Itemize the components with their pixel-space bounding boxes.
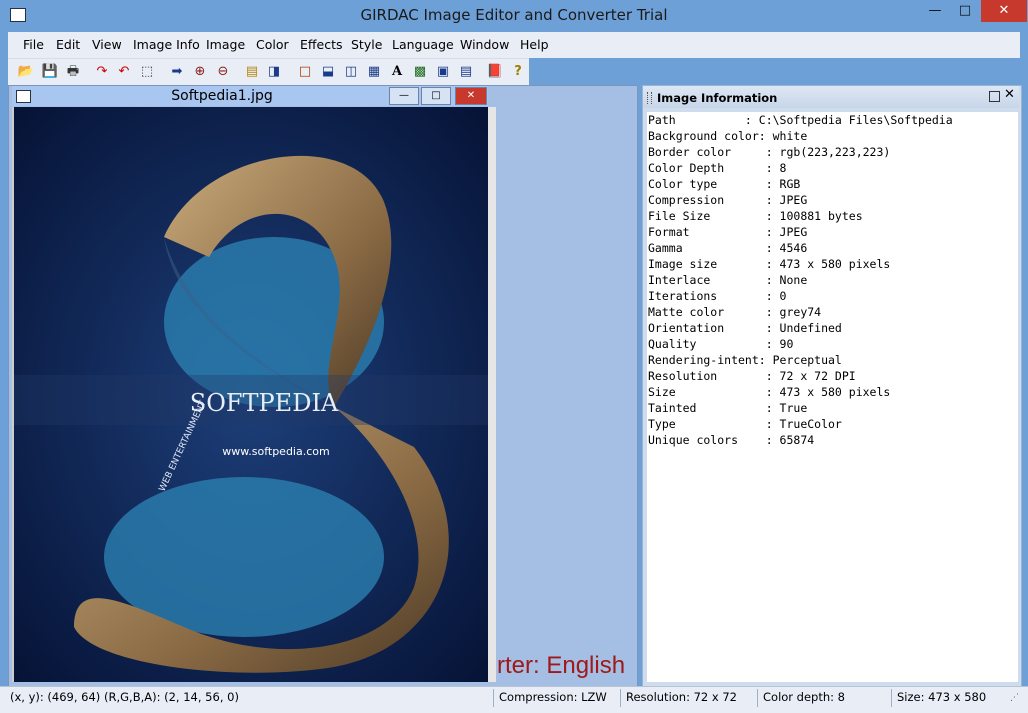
menu-view[interactable]: View bbox=[92, 37, 122, 52]
toolbar: 📂 💾 🖶 ↷ ↶ ⬚ ➡ ⊕ ⊖ ▤ ◨ □ ⬓ ◫ ▦ A ▩ ▣ ▤ 📕 … bbox=[8, 58, 529, 85]
print-icon[interactable]: 🖶 bbox=[64, 63, 82, 81]
image-information-list: Path : C:\Softpedia Files\Softpedia Back… bbox=[647, 112, 1018, 682]
grip-icon[interactable] bbox=[647, 92, 652, 104]
select-icon[interactable]: ⬚ bbox=[138, 63, 156, 81]
zoom-out-icon[interactable]: ⊖ bbox=[214, 63, 232, 81]
info-row-border-color: Border color : rgb(223,223,223) bbox=[648, 145, 891, 159]
image-information-title: Image Information bbox=[657, 91, 778, 105]
status-color-depth: Color depth: 8 bbox=[763, 690, 845, 704]
status-coordinates: (x, y): (469, 64) bbox=[10, 690, 101, 704]
document-close-button[interactable]: ✕ bbox=[455, 87, 487, 105]
open-folder-icon[interactable]: 📂 bbox=[17, 63, 35, 81]
close-button[interactable]: ✕ bbox=[981, 0, 1027, 22]
info-row-rendering-intent: Rendering-intent: Perceptual bbox=[648, 353, 842, 367]
background-text: rter: English bbox=[497, 652, 626, 679]
split-vertical-icon[interactable]: ◫ bbox=[342, 63, 360, 81]
float-panel-icon[interactable] bbox=[989, 91, 1000, 102]
resize-grip-icon[interactable]: ⋰ bbox=[1010, 693, 1019, 703]
info-row-type: Type : TrueColor bbox=[648, 417, 842, 431]
crop-icon[interactable]: ▤ bbox=[243, 63, 261, 81]
menu-help[interactable]: Help bbox=[520, 37, 549, 52]
menu-effects[interactable]: Effects bbox=[300, 37, 343, 52]
watermark-text: SOFTPEDIA bbox=[190, 389, 339, 417]
grid-icon[interactable]: ▩ bbox=[411, 63, 429, 81]
status-compression: Compression: LZW bbox=[499, 690, 607, 704]
info-row-orientation: Orientation : Undefined bbox=[648, 321, 842, 335]
save-icon[interactable]: 💾 bbox=[41, 63, 59, 81]
status-bar: (x, y): (469, 64) (R,G,B,A): (2, 14, 56,… bbox=[0, 686, 1028, 713]
info-row-quality: Quality : 90 bbox=[648, 337, 794, 351]
minimize-button[interactable]: — bbox=[920, 0, 950, 22]
info-row-color-type: Color type : RGB bbox=[648, 177, 801, 191]
info-row-image-size: Image size : 473 x 580 pixels bbox=[648, 257, 891, 271]
undo-icon[interactable]: ↶ bbox=[115, 63, 133, 81]
maximize-button[interactable]: □ bbox=[950, 0, 980, 22]
status-divider bbox=[757, 689, 758, 707]
zoom-in-icon[interactable]: ⊕ bbox=[191, 63, 209, 81]
info-row-file-size: File Size : 100881 bytes bbox=[648, 209, 863, 223]
document-name: Softpedia1.jpg bbox=[171, 88, 273, 104]
menu-window[interactable]: Window bbox=[460, 37, 509, 52]
info-row-size: Size : 473 x 580 pixels bbox=[648, 385, 891, 399]
info-row-interlace: Interlace : None bbox=[648, 273, 808, 287]
book-icon[interactable]: 📕 bbox=[486, 63, 504, 81]
image-canvas[interactable]: SOFTPEDIA www.softpedia.com WEB ENTERTAI… bbox=[12, 107, 490, 682]
info-row-gamma: Gamma : 4546 bbox=[648, 241, 808, 255]
redo-icon[interactable]: ↷ bbox=[93, 63, 111, 81]
info-row-background-color: Background color: white bbox=[648, 129, 808, 143]
status-divider bbox=[891, 689, 892, 707]
window-a-icon[interactable]: ▣ bbox=[434, 63, 452, 81]
document-maximize-button[interactable]: □ bbox=[421, 87, 451, 105]
status-divider bbox=[620, 689, 621, 707]
menu-bar: File Edit View Image Info Image Color Ef… bbox=[8, 32, 1020, 58]
help-icon[interactable]: ? bbox=[509, 63, 527, 81]
panel-close-icon[interactable]: ✕ bbox=[1004, 87, 1015, 102]
split-horizontal-icon[interactable]: ⬓ bbox=[319, 63, 337, 81]
arrow-right-icon[interactable]: ➡ bbox=[168, 63, 186, 81]
info-row-unique-colors: Unique colors : 65874 bbox=[648, 433, 815, 447]
status-size: Size: 473 x 580 bbox=[897, 690, 987, 704]
info-row-resolution: Resolution : 72 x 72 DPI bbox=[648, 369, 856, 383]
info-row-path: Path : C:\Softpedia Files\Softpedia bbox=[648, 113, 953, 127]
info-row-matte-color: Matte color : grey74 bbox=[648, 305, 822, 319]
document-minimize-button[interactable]: — bbox=[389, 87, 419, 105]
menu-color[interactable]: Color bbox=[256, 37, 289, 52]
info-row-tainted: Tainted : True bbox=[648, 401, 808, 415]
watermark-url: www.softpedia.com bbox=[222, 445, 329, 458]
window-title: GIRDAC Image Editor and Converter Trial bbox=[360, 6, 668, 24]
info-row-color-depth: Color Depth : 8 bbox=[648, 161, 787, 175]
menu-image-info[interactable]: Image Info bbox=[133, 37, 200, 52]
info-row-iterations: Iterations : 0 bbox=[648, 289, 787, 303]
menu-style[interactable]: Style bbox=[351, 37, 382, 52]
text-icon[interactable]: A bbox=[388, 63, 406, 81]
rotate-icon[interactable]: ◨ bbox=[265, 63, 283, 81]
menu-edit[interactable]: Edit bbox=[56, 37, 80, 52]
menu-image[interactable]: Image bbox=[206, 37, 245, 52]
rectangle-icon[interactable]: □ bbox=[296, 63, 314, 81]
vertical-scrollbar[interactable] bbox=[488, 107, 496, 682]
status-divider bbox=[493, 689, 494, 707]
menu-file[interactable]: File bbox=[23, 37, 44, 52]
info-row-compression: Compression : JPEG bbox=[648, 193, 808, 207]
window-b-icon[interactable]: ▤ bbox=[457, 63, 475, 81]
status-resolution: Resolution: 72 x 72 bbox=[626, 690, 738, 704]
island-photo: SOFTPEDIA www.softpedia.com WEB ENTERTAI… bbox=[14, 107, 490, 682]
info-row-format: Format : JPEG bbox=[648, 225, 808, 239]
status-rgba: (R,G,B,A): (2, 14, 56, 0) bbox=[104, 690, 239, 704]
menu-language[interactable]: Language bbox=[392, 37, 454, 52]
cascade-icon[interactable]: ▦ bbox=[365, 63, 383, 81]
